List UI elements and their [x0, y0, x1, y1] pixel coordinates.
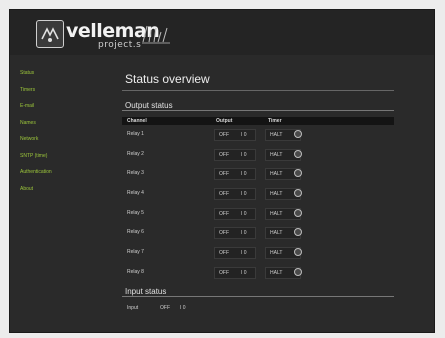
relay-output-toggle[interactable]: OFF I 0: [214, 168, 256, 181]
input-io-icon: I 0: [180, 304, 186, 311]
output-status-divider: [122, 110, 394, 111]
column-header-timer: Timer: [268, 118, 282, 124]
logo-decoration-icon: [142, 25, 170, 44]
relay-output-toggle[interactable]: OFF I 0: [214, 188, 256, 201]
timer-knob-icon[interactable]: [294, 208, 302, 217]
relay-output-state: OFF: [219, 230, 229, 237]
relay-timer-state: HALT: [270, 230, 283, 237]
power-toggle-icon: I 0: [241, 269, 247, 276]
power-toggle-icon: I 0: [241, 151, 247, 158]
relay-table: Relay 1 OFF I 0 HALT Relay 2 OFF I 0 HAL…: [122, 125, 394, 283]
sidebar-item-email[interactable]: E-mail: [20, 101, 110, 111]
sidebar-item-authentication[interactable]: Authentication: [20, 167, 110, 177]
power-toggle-icon: I 0: [241, 191, 247, 198]
relay-output-toggle[interactable]: OFF I 0: [214, 129, 256, 141]
relay-channel-label: Relay 3: [127, 170, 144, 177]
column-header-channel: Channel: [127, 118, 147, 124]
relay-channel-label: Relay 4: [127, 190, 144, 197]
relay-output-toggle[interactable]: OFF I 0: [214, 266, 256, 279]
sidebar-nav: Status Timers E-mail Names Network SNTP …: [20, 68, 110, 200]
relay-output-toggle[interactable]: OFF I 0: [214, 247, 256, 260]
table-row: Relay 7 OFF I 0 HALT: [122, 243, 394, 263]
relay-channel-label: Relay 6: [127, 229, 144, 236]
relay-timer-state: HALT: [270, 250, 283, 257]
timer-knob-icon[interactable]: [294, 267, 302, 276]
page-title: Status overview: [125, 72, 210, 86]
timer-knob-icon[interactable]: [294, 189, 302, 198]
relay-timer-state: HALT: [270, 151, 283, 158]
velleman-logo-icon: [36, 20, 64, 48]
sidebar-item-network[interactable]: Network: [20, 134, 110, 144]
sidebar-item-timers[interactable]: Timers: [20, 85, 110, 95]
relay-output-state: OFF: [219, 269, 229, 276]
relay-channel-label: Relay 8: [127, 268, 144, 275]
relay-output-state: OFF: [219, 250, 229, 257]
output-status-heading: Output status: [125, 101, 173, 110]
input-row: Input OFF I 0: [122, 297, 394, 315]
power-toggle-icon: I 0: [241, 250, 247, 257]
relay-timer-state: HALT: [270, 171, 283, 178]
table-row: Relay 5 OFF I 0 HALT: [122, 204, 394, 224]
sidebar-item-names[interactable]: Names: [20, 118, 110, 128]
input-label: Input: [127, 304, 139, 311]
relay-channel-label: Relay 2: [127, 150, 144, 157]
input-state: OFF: [160, 304, 170, 311]
power-toggle-icon: I 0: [241, 230, 247, 237]
timer-knob-icon[interactable]: [294, 130, 302, 138]
timer-knob-icon[interactable]: [294, 149, 302, 158]
relay-output-state: OFF: [219, 171, 229, 178]
sidebar-item-status[interactable]: Status: [20, 68, 110, 78]
power-toggle-icon: I 0: [241, 132, 247, 138]
table-row: Relay 8 OFF I 0 HALT: [122, 263, 394, 283]
sidebar-item-about[interactable]: About: [20, 184, 110, 194]
logo-subtitle: project.s: [98, 40, 142, 50]
relay-channel-label: Relay 5: [127, 209, 144, 216]
relay-table-header: Channel Output Timer: [122, 117, 394, 125]
relay-output-state: OFF: [219, 132, 229, 138]
table-row: Relay 1 OFF I 0 HALT: [122, 125, 394, 145]
table-row: Relay 4 OFF I 0 HALT: [122, 184, 394, 204]
relay-output-state: OFF: [219, 191, 229, 198]
table-row: Relay 3 OFF I 0 HALT: [122, 164, 394, 184]
relay-output-toggle[interactable]: OFF I 0: [214, 207, 256, 220]
relay-timer-state: HALT: [270, 269, 283, 276]
relay-channel-label: Relay 1: [127, 131, 144, 137]
power-toggle-icon: I 0: [241, 210, 247, 217]
app-window: velleman project.s Status Timers E-mail …: [9, 9, 435, 333]
relay-timer-state: HALT: [270, 132, 283, 138]
relay-channel-label: Relay 7: [127, 249, 144, 256]
input-status-heading: Input status: [125, 286, 167, 296]
sidebar-item-sntp[interactable]: SNTP (time): [20, 151, 110, 161]
relay-output-toggle[interactable]: OFF I 0: [214, 227, 256, 240]
main-content: Status overview Output status Channel Ou…: [122, 68, 394, 315]
power-toggle-icon: I 0: [241, 171, 247, 178]
relay-timer-state: HALT: [270, 210, 283, 217]
header: velleman project.s: [10, 10, 434, 55]
table-row: Relay 2 OFF I 0 HALT: [122, 145, 394, 165]
relay-output-toggle[interactable]: OFF I 0: [214, 148, 256, 161]
column-header-output: Output: [216, 118, 233, 124]
relay-output-state: OFF: [219, 210, 229, 217]
relay-timer-state: HALT: [270, 191, 283, 198]
relay-output-state: OFF: [219, 151, 229, 158]
table-row: Relay 6 OFF I 0 HALT: [122, 223, 394, 243]
